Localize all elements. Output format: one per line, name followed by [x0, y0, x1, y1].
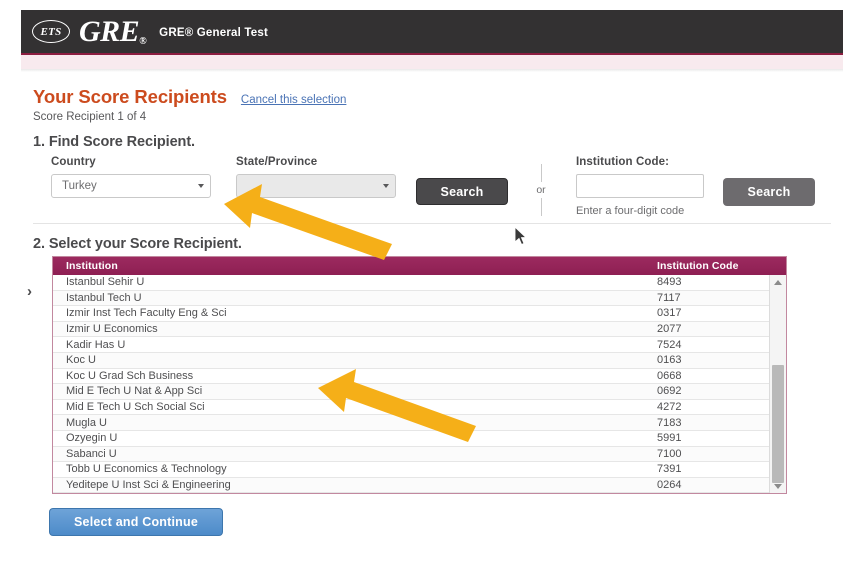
page-root: ETS GRE® GRE® General Test Your Score Re… — [0, 0, 866, 574]
institution-code: 0264 — [653, 479, 769, 491]
scroll-down-arrow-icon[interactable] — [770, 479, 786, 493]
institution-code: 8493 — [653, 276, 769, 288]
list-pointer-icon: › — [27, 284, 32, 299]
institution-code: 7117 — [653, 292, 769, 304]
institution-name: Koc U — [53, 354, 653, 366]
site-header: ETS GRE® GRE® General Test — [21, 10, 843, 53]
institution-code: 7100 — [653, 448, 769, 460]
institution-name: Tobb U Economics & Technology — [53, 463, 653, 475]
institution-code: 7524 — [653, 339, 769, 351]
main-content: Your Score Recipients Cancel this select… — [21, 72, 843, 566]
state-province-select[interactable] — [236, 174, 396, 198]
institution-name: Izmir Inst Tech Faculty Eng & Sci — [53, 307, 653, 319]
institution-list-scrollbar[interactable] — [769, 275, 786, 493]
country-field-group: Country Turkey — [51, 156, 211, 198]
institution-name: Koc U Grad Sch Business — [53, 370, 653, 382]
institution-code: 2077 — [653, 323, 769, 335]
institution-code-field-group: Institution Code: Enter a four-digit cod… — [576, 156, 704, 217]
institution-name: Mid E Tech U Nat & App Sci — [53, 385, 653, 397]
form-section-divider — [33, 223, 831, 224]
table-row[interactable]: Istanbul Sehir U8493 — [53, 275, 769, 291]
table-row[interactable]: Mid E Tech U Nat & App Sci0692 — [53, 384, 769, 400]
cancel-selection-link[interactable]: Cancel this selection — [241, 94, 346, 106]
institution-list: Institution Institution Code Istanbul Se… — [52, 256, 787, 494]
table-row[interactable]: Koc U Grad Sch Business0668 — [53, 369, 769, 385]
institution-code: 7391 — [653, 463, 769, 475]
step1-heading: 1. Find Score Recipient. — [33, 134, 195, 150]
country-select-value: Turkey — [62, 180, 198, 192]
institution-name: Yeditepe U Inst Sci & Engineering — [53, 479, 653, 491]
table-row[interactable]: Yeditepe U Inst Sci & Engineering0264 — [53, 478, 769, 493]
institution-code: 5991 — [653, 432, 769, 444]
column-header-institution-code: Institution Code — [653, 260, 769, 272]
recipient-counter: Score Recipient 1 of 4 — [33, 111, 146, 123]
institution-code: 4272 — [653, 401, 769, 413]
table-row[interactable]: Tobb U Economics & Technology7391 — [53, 462, 769, 478]
scrollbar-thumb[interactable] — [772, 365, 784, 483]
table-row[interactable]: Mugla U7183 — [53, 415, 769, 431]
institution-code: 0692 — [653, 385, 769, 397]
institution-name: Istanbul Sehir U — [53, 276, 653, 288]
institution-name: Sabanci U — [53, 448, 653, 460]
table-row[interactable]: Izmir Inst Tech Faculty Eng & Sci0317 — [53, 306, 769, 322]
institution-code: 0317 — [653, 307, 769, 319]
title-row: Your Score Recipients Cancel this select… — [33, 86, 346, 108]
institution-name: Istanbul Tech U — [53, 292, 653, 304]
state-province-field-group: State/Province — [236, 156, 396, 198]
state-province-label: State/Province — [236, 156, 396, 168]
institution-name: Kadir Has U — [53, 339, 653, 351]
chevron-down-icon — [383, 184, 389, 188]
find-recipient-form: Country Turkey State/Province Search or — [33, 156, 833, 214]
chevron-down-icon — [198, 184, 204, 188]
table-row[interactable]: Koc U0163 — [53, 353, 769, 369]
gre-wordmark: GRE® — [79, 17, 146, 47]
gre-wordmark-text: GRE — [79, 15, 139, 48]
column-header-institution: Institution — [53, 260, 653, 272]
table-header-row: Institution Institution Code — [53, 257, 786, 275]
institution-list-viewport: Istanbul Sehir U8493Istanbul Tech U7117I… — [53, 275, 786, 493]
select-and-continue-button[interactable]: Select and Continue — [49, 508, 223, 536]
triangle-down-icon — [774, 484, 782, 489]
header-tagline: GRE® General Test — [159, 27, 268, 39]
institution-name: Mid E Tech U Sch Social Sci — [53, 401, 653, 413]
step2-heading: 2. Select your Score Recipient. — [33, 236, 242, 252]
page-title: Your Score Recipients — [33, 86, 227, 108]
institution-code: 7183 — [653, 417, 769, 429]
institution-code: 0163 — [653, 354, 769, 366]
search-by-location-button[interactable]: Search — [416, 178, 508, 205]
institution-name: Ozyegin U — [53, 432, 653, 444]
table-row[interactable]: Sabanci U7100 — [53, 447, 769, 463]
scroll-up-arrow-icon[interactable] — [770, 275, 786, 289]
or-divider: or — [528, 164, 554, 216]
country-select[interactable]: Turkey — [51, 174, 211, 198]
table-row[interactable]: Istanbul Tech U7117 — [53, 291, 769, 307]
table-row[interactable]: Mid E Tech U Sch Social Sci4272 — [53, 400, 769, 416]
registered-mark-icon: ® — [139, 36, 146, 47]
triangle-up-icon — [774, 280, 782, 285]
table-row[interactable]: Kadir Has U7524 — [53, 337, 769, 353]
institution-code-label: Institution Code: — [576, 156, 704, 168]
institution-code: 0668 — [653, 370, 769, 382]
search-by-code-button[interactable]: Search — [723, 178, 815, 206]
header-pink-strip — [21, 55, 843, 69]
ets-logo-icon: ETS — [32, 20, 70, 43]
or-label: or — [532, 182, 549, 198]
country-label: Country — [51, 156, 211, 168]
table-row[interactable]: Izmir U Economics2077 — [53, 322, 769, 338]
institution-code-hint: Enter a four-digit code — [576, 205, 704, 217]
institution-code-input[interactable] — [576, 174, 704, 198]
institution-name: Izmir U Economics — [53, 323, 653, 335]
table-row[interactable]: Ozyegin U5991 — [53, 431, 769, 447]
institution-name: Mugla U — [53, 417, 653, 429]
institution-rows-container: Istanbul Sehir U8493Istanbul Tech U7117I… — [53, 275, 769, 493]
